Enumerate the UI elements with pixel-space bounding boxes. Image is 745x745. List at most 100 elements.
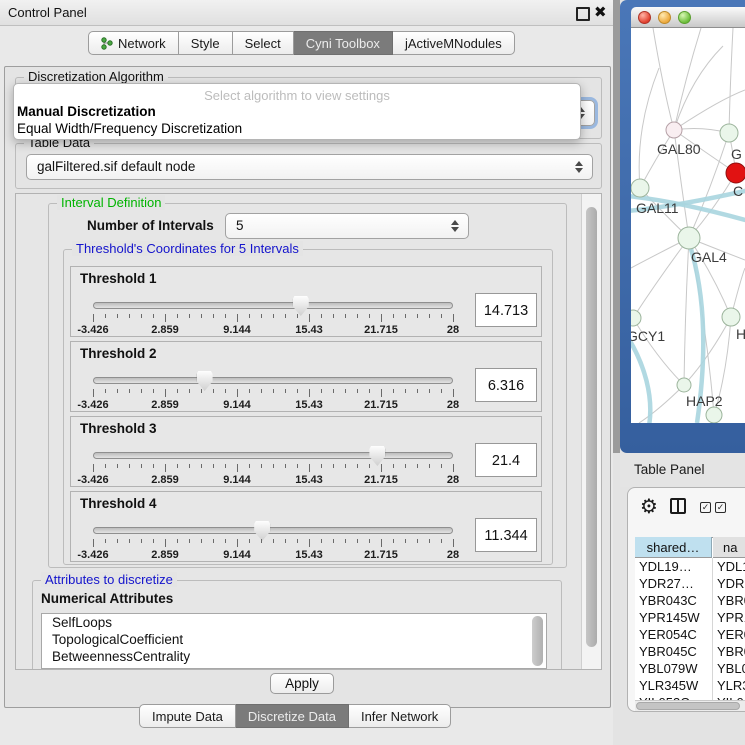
slider-track[interactable]	[93, 527, 453, 534]
checkbox-icon-2[interactable]: ✓	[715, 502, 726, 513]
slider-tick	[225, 389, 226, 393]
settings-gear-icon[interactable]: ⚙	[640, 494, 658, 519]
tab-network[interactable]: Network	[88, 31, 179, 55]
network-edge[interactable]	[729, 28, 733, 133]
threshold-slider[interactable]: -3.4262.8599.14415.4321.71528	[93, 370, 453, 412]
slider-tick	[393, 539, 394, 543]
tab-cyni-toolbox[interactable]: Cyni Toolbox	[294, 31, 393, 55]
table-row[interactable]: YER054CYER0	[635, 626, 745, 643]
threshold-slider[interactable]: -3.4262.8599.14415.4321.71528	[93, 295, 453, 337]
slider-tick-label: 21.715	[364, 399, 398, 411]
tab-select[interactable]: Select	[233, 31, 294, 55]
table-row[interactable]: YLR345WYLR3	[635, 677, 745, 694]
network-node[interactable]	[631, 179, 649, 197]
popup-item-equal-width[interactable]: Equal Width/Frequency Discretization	[17, 121, 242, 136]
popup-item-manual-discretization[interactable]: Manual Discretization	[17, 104, 156, 119]
slider-tick	[141, 314, 142, 318]
tab-jactivemnodules[interactable]: jActiveMNodules	[393, 31, 515, 55]
threshold-value-input[interactable]: 21.4	[475, 443, 537, 477]
slider-tick	[201, 464, 202, 468]
apply-button[interactable]: Apply	[270, 673, 334, 694]
attribute-list-item[interactable]: BetweennessCentrality	[42, 648, 546, 665]
tick-labels: -3.4262.8599.14415.4321.71528	[93, 324, 453, 336]
network-edge[interactable]	[674, 90, 745, 130]
network-window-titlebar[interactable]	[631, 7, 745, 28]
table-row[interactable]: YBR045CYBR0	[635, 643, 745, 660]
slider-tick	[249, 464, 250, 468]
slider-track[interactable]	[93, 452, 453, 459]
network-edge[interactable]	[674, 46, 723, 130]
slider-tick	[273, 314, 274, 318]
traffic-light-zoom-icon[interactable]	[678, 11, 691, 24]
list-scrollbar[interactable]	[532, 616, 543, 666]
slider-tick	[429, 539, 430, 543]
float-window-icon[interactable]	[576, 7, 590, 21]
slider-tick	[321, 539, 322, 543]
traffic-light-close-icon[interactable]	[638, 11, 651, 24]
slider-track[interactable]	[93, 302, 453, 309]
slider-thumb[interactable]	[369, 446, 385, 466]
network-edge[interactable]	[640, 130, 674, 188]
slider-tick	[309, 539, 310, 547]
checkbox-icon-1[interactable]: ✓	[700, 502, 711, 513]
network-node[interactable]	[666, 122, 682, 138]
slider-track[interactable]	[93, 377, 453, 384]
slider-tick	[93, 389, 94, 397]
tab-style[interactable]: Style	[179, 31, 233, 55]
network-node[interactable]	[631, 310, 641, 326]
threshold-value-input[interactable]: 6.316	[475, 368, 537, 402]
table-row[interactable]: YBR043CYBR0	[635, 592, 745, 609]
column-header-shared-name[interactable]: shared…	[635, 537, 712, 558]
network-node-label: GAL11	[636, 200, 679, 216]
network-node[interactable]	[722, 308, 740, 326]
bottom-tab-infer-network[interactable]: Infer Network	[349, 704, 451, 728]
network-edge-highlighted[interactable]	[631, 336, 650, 423]
slider-tick	[441, 314, 442, 318]
network-edge[interactable]	[639, 385, 684, 423]
threshold-value-input[interactable]: 11.344	[475, 518, 537, 552]
table-hscrollbar-thumb[interactable]	[636, 702, 740, 710]
slider-tick	[273, 539, 274, 543]
network-node[interactable]	[726, 163, 745, 183]
content-scrollbar[interactable]	[581, 194, 602, 669]
slider-tick-label: 28	[447, 324, 459, 336]
network-node[interactable]	[720, 124, 738, 142]
table-data-combobox[interactable]: galFiltered.sif default node	[26, 154, 593, 180]
panel-divider	[613, 0, 620, 453]
table-hscrollbar[interactable]	[635, 700, 745, 712]
slider-thumb[interactable]	[197, 371, 213, 391]
slider-tick	[369, 389, 370, 393]
threshold-slider[interactable]: -3.4262.8599.14415.4321.71528	[93, 520, 453, 562]
slider-thumb[interactable]	[293, 296, 309, 316]
number-of-intervals-combobox[interactable]: 5	[225, 213, 469, 239]
split-view-icon[interactable]	[670, 498, 686, 514]
network-edge[interactable]	[639, 68, 659, 188]
slider-tick-label: 2.859	[151, 324, 179, 336]
attribute-list-item[interactable]: SelfLoops	[42, 614, 546, 631]
traffic-light-minimize-icon[interactable]	[658, 11, 671, 24]
close-icon[interactable]: ✖	[594, 3, 607, 21]
threshold-slider[interactable]: -3.4262.8599.14415.4321.71528	[93, 445, 453, 487]
network-canvas[interactable]: GAL80GCGAL11GAL4GCY1HHAP2	[631, 28, 745, 423]
slider-ticks	[93, 539, 453, 548]
table-row[interactable]: YPR145WYPR1	[635, 609, 745, 626]
bottom-tab-discretize-data[interactable]: Discretize Data	[236, 704, 349, 728]
content-scrollbar-thumb[interactable]	[586, 207, 597, 647]
network-edge[interactable]	[684, 238, 689, 385]
network-node[interactable]	[678, 227, 700, 249]
numerical-attributes-list[interactable]: SelfLoopsTopologicalCoefficientBetweenne…	[41, 613, 547, 669]
network-window[interactable]: GAL80GCGAL11GAL4GCY1HHAP2	[620, 0, 745, 453]
table-row[interactable]: YDR27…YDR2	[635, 575, 745, 592]
attribute-list-item[interactable]: TopologicalCoefficient	[42, 631, 546, 648]
network-node[interactable]	[677, 378, 691, 392]
table-row[interactable]: YBL079WYBL0	[635, 660, 745, 677]
column-header-name[interactable]: na	[713, 537, 745, 558]
network-edge[interactable]	[633, 238, 689, 318]
network-edge[interactable]	[653, 28, 674, 130]
slider-thumb[interactable]	[254, 521, 270, 541]
network-node[interactable]	[706, 407, 722, 423]
table-row[interactable]: YDL19…YDL1	[635, 558, 745, 575]
bottom-tab-impute-data[interactable]: Impute Data	[139, 704, 236, 728]
threshold-value-input[interactable]: 14.713	[475, 293, 537, 327]
slider-tick	[165, 464, 166, 472]
